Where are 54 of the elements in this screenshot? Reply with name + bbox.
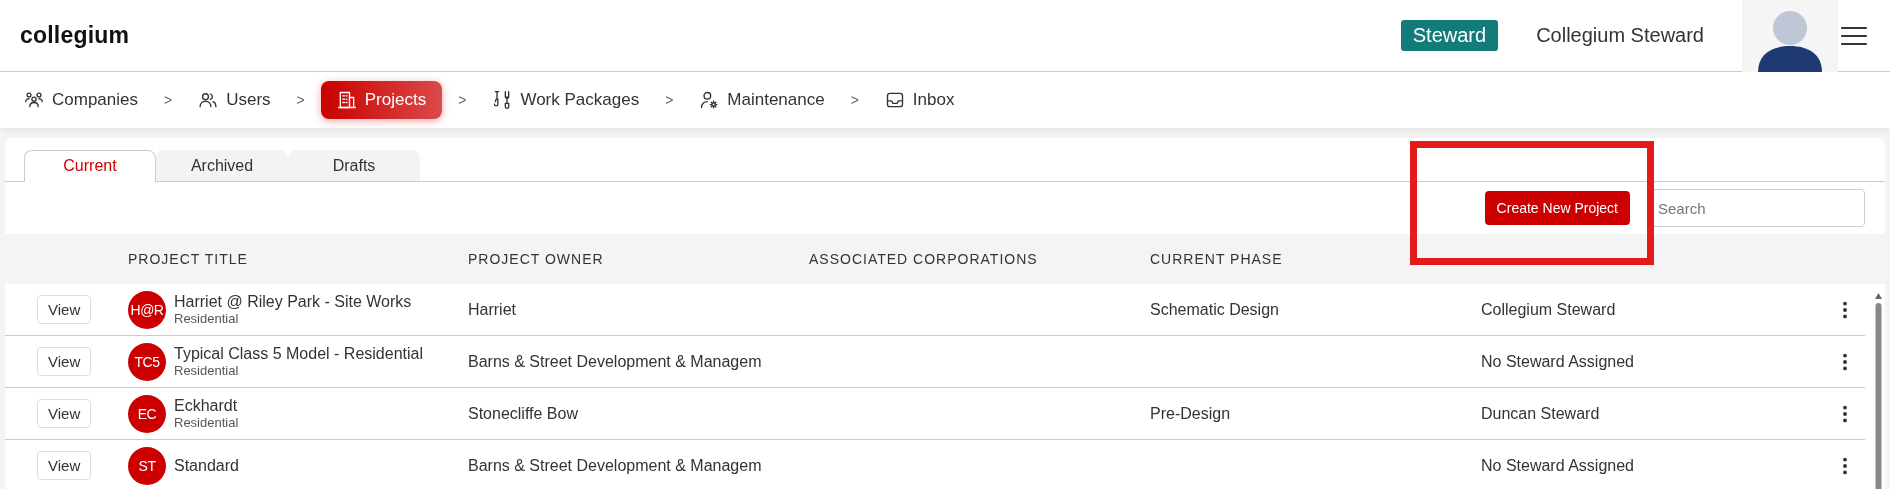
table-cell: Barns & Street Development & Managem bbox=[468, 456, 762, 475]
breadcrumb-separator: > bbox=[850, 92, 859, 108]
column-header: PROJECT TITLE bbox=[128, 251, 248, 267]
app-logo[interactable]: collegium bbox=[20, 22, 130, 49]
project-avatar: ST bbox=[128, 446, 166, 485]
table-cell: Barns & Street Development & Managem bbox=[468, 352, 762, 371]
project-type: Residential bbox=[174, 311, 240, 327]
inbox-icon bbox=[884, 90, 905, 110]
nav-tab[interactable]: Work Packages bbox=[482, 82, 650, 118]
nav-tab[interactable]: Maintenance bbox=[689, 82, 835, 118]
tab[interactable]: Drafts bbox=[288, 150, 420, 181]
create-project-button[interactable]: Create New Project bbox=[1484, 191, 1630, 225]
scrollbar[interactable] bbox=[1875, 293, 1882, 489]
breadcrumb-separator: > bbox=[164, 92, 173, 108]
table-cell: No Steward Assigned bbox=[1481, 352, 1634, 371]
view-button[interactable]: View bbox=[37, 451, 92, 480]
column-header: CURRENT PHASE bbox=[1150, 251, 1283, 267]
project-title: Standard bbox=[174, 455, 239, 476]
project-title: Eckhardt bbox=[174, 396, 239, 416]
tab[interactable]: Current bbox=[24, 150, 156, 182]
role-badge: Steward bbox=[1400, 20, 1499, 51]
view-button[interactable]: View bbox=[37, 347, 92, 376]
people-group-icon bbox=[24, 90, 44, 110]
table-cell: Stonecliffe Bow bbox=[468, 404, 578, 423]
view-button[interactable]: View bbox=[37, 399, 92, 428]
table-cell: Duncan Steward bbox=[1481, 404, 1600, 423]
project-avatar: TC5 bbox=[128, 342, 166, 381]
project-avatar: EC bbox=[128, 394, 166, 433]
breadcrumb-separator: > bbox=[665, 92, 674, 108]
table-cell: Pre-Design bbox=[1150, 404, 1231, 423]
view-button[interactable]: View bbox=[37, 295, 92, 324]
column-header: PROJECT OWNER bbox=[468, 251, 604, 267]
users-icon bbox=[198, 90, 219, 110]
user-gear-icon bbox=[699, 90, 720, 110]
project-type: Residential bbox=[174, 363, 240, 379]
project-type: Residential bbox=[174, 415, 239, 431]
user-avatar[interactable] bbox=[1742, 0, 1838, 72]
project-title: Harriet @ Riley Park - Site Works bbox=[174, 292, 412, 312]
table-cell: Schematic Design bbox=[1150, 300, 1279, 319]
project-avatar: H@R bbox=[128, 290, 166, 329]
user-name: Collegium Steward bbox=[1536, 24, 1704, 47]
project-title: Typical Class 5 Model - Residential bbox=[174, 344, 423, 364]
building-icon bbox=[336, 90, 357, 110]
nav-tab[interactable]: Projects bbox=[320, 81, 443, 119]
table-cell: Collegium Steward bbox=[1481, 300, 1616, 319]
breadcrumb-separator: > bbox=[296, 92, 305, 108]
nav-tab[interactable]: Companies bbox=[14, 82, 148, 118]
column-header: ASSOCIATED CORPORATIONS bbox=[809, 251, 1038, 267]
table-cell: Harriet bbox=[468, 300, 516, 319]
nav-tab[interactable]: Inbox bbox=[874, 82, 965, 118]
tab[interactable]: Archived bbox=[156, 150, 288, 181]
breadcrumb-separator: > bbox=[458, 92, 467, 108]
table-cell: No Steward Assigned bbox=[1481, 456, 1634, 475]
nav-tab[interactable]: Users bbox=[188, 82, 281, 118]
